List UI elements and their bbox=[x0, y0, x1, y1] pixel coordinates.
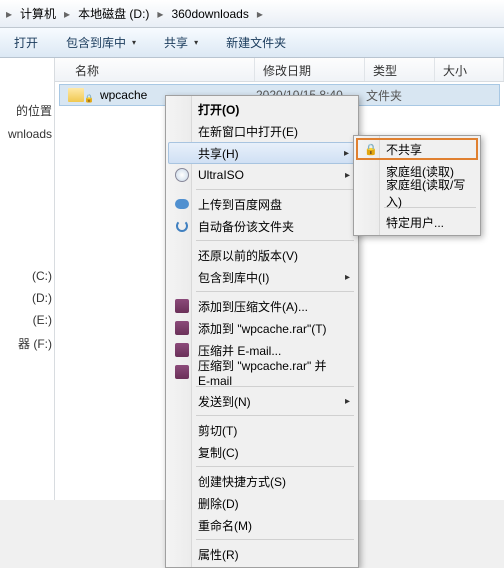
menu-delete[interactable]: 删除(D) bbox=[168, 492, 356, 514]
lock-icon: 🔒 bbox=[364, 143, 378, 156]
menu-compress-wpcache-email[interactable]: 压缩到 "wpcache.rar" 并 E-mail bbox=[168, 361, 356, 383]
menu-copy[interactable]: 复制(C) bbox=[168, 441, 356, 463]
menu-include-library[interactable]: 包含到库中(I)▸ bbox=[168, 266, 356, 288]
sidebar: 的位置 wnloads (C:) (D:) (E:) 器 (F:) bbox=[0, 58, 55, 500]
file-type: 文件夹 bbox=[366, 87, 436, 104]
menu-create-shortcut[interactable]: 创建快捷方式(S) bbox=[168, 470, 356, 492]
menu-separator bbox=[196, 466, 354, 467]
menu-ultraiso[interactable]: UltraISO▸ bbox=[168, 164, 356, 186]
breadcrumb-folder[interactable]: 360downloads bbox=[165, 3, 254, 25]
sidebar-downloads[interactable]: wnloads bbox=[0, 123, 54, 145]
new-folder-button[interactable]: 新建文件夹 bbox=[220, 32, 292, 53]
chevron-right-icon: ▸ bbox=[4, 7, 14, 21]
share-submenu: 🔒不共享 家庭组(读取) 家庭组(读取/写入) 特定用户... bbox=[353, 135, 481, 236]
submenu-no-share[interactable]: 🔒不共享 bbox=[356, 138, 478, 160]
toolbar: 打开 包含到库中 共享 新建文件夹 bbox=[0, 28, 504, 58]
submenu-specific-user[interactable]: 特定用户... bbox=[356, 211, 478, 233]
context-menu: 打开(O) 在新窗口中打开(E) 共享(H)▸ UltraISO▸ 上传到百度网… bbox=[165, 95, 359, 568]
menu-share[interactable]: 共享(H)▸ bbox=[168, 142, 356, 164]
disc-icon bbox=[175, 168, 189, 182]
submenu-homegroup-readwrite[interactable]: 家庭组(读取/写入) bbox=[356, 182, 478, 204]
menu-send-to[interactable]: 发送到(N)▸ bbox=[168, 390, 356, 412]
chevron-right-icon: ▸ bbox=[62, 7, 72, 21]
chevron-right-icon: ▸ bbox=[344, 148, 349, 159]
column-size[interactable]: 大小 bbox=[435, 58, 504, 81]
chevron-right-icon: ▸ bbox=[345, 396, 350, 407]
menu-separator bbox=[196, 291, 354, 292]
chevron-right-icon: ▸ bbox=[345, 272, 350, 283]
column-name[interactable]: 名称 bbox=[55, 58, 255, 81]
open-button[interactable]: 打开 bbox=[8, 32, 44, 53]
file-name: wpcache bbox=[100, 88, 147, 102]
include-library-button[interactable]: 包含到库中 bbox=[60, 32, 142, 53]
lock-icon: 🔒 bbox=[84, 94, 94, 103]
menu-separator bbox=[196, 189, 354, 190]
chevron-right-icon: ▸ bbox=[345, 170, 350, 181]
column-date[interactable]: 修改日期 bbox=[255, 58, 365, 81]
sidebar-drive-c[interactable]: (C:) bbox=[0, 265, 54, 287]
sidebar-drive-e[interactable]: (E:) bbox=[0, 309, 54, 331]
rar-icon bbox=[175, 365, 189, 379]
breadcrumb-drive-d[interactable]: 本地磁盘 (D:) bbox=[72, 3, 155, 25]
share-button[interactable]: 共享 bbox=[158, 32, 204, 53]
sync-icon bbox=[176, 220, 188, 232]
cloud-icon bbox=[175, 199, 189, 209]
menu-properties[interactable]: 属性(R) bbox=[168, 543, 356, 565]
breadcrumb-computer[interactable]: 计算机 bbox=[14, 3, 62, 25]
menu-open[interactable]: 打开(O) bbox=[168, 98, 356, 120]
menu-separator bbox=[196, 539, 354, 540]
menu-add-wpcache-rar[interactable]: 添加到 "wpcache.rar"(T) bbox=[168, 317, 356, 339]
menu-cut[interactable]: 剪切(T) bbox=[168, 419, 356, 441]
rar-icon bbox=[175, 343, 189, 357]
menu-restore[interactable]: 还原以前的版本(V) bbox=[168, 244, 356, 266]
sidebar-drive-d[interactable]: (D:) bbox=[0, 287, 54, 309]
sidebar-location[interactable]: 的位置 bbox=[0, 98, 54, 123]
chevron-right-icon: ▸ bbox=[155, 7, 165, 21]
menu-auto-backup[interactable]: 自动备份该文件夹 bbox=[168, 215, 356, 237]
chevron-right-icon: ▸ bbox=[255, 7, 265, 21]
breadcrumb[interactable]: ▸ 计算机 ▸ 本地磁盘 (D:) ▸ 360downloads ▸ bbox=[0, 0, 504, 28]
column-header: 名称 修改日期 类型 大小 bbox=[55, 58, 504, 82]
rar-icon bbox=[175, 321, 189, 335]
rar-icon bbox=[175, 299, 189, 313]
menu-add-archive[interactable]: 添加到压缩文件(A)... bbox=[168, 295, 356, 317]
folder-icon bbox=[68, 88, 84, 102]
sidebar-drive-f[interactable]: 器 (F:) bbox=[0, 331, 54, 356]
menu-upload-baidu[interactable]: 上传到百度网盘 bbox=[168, 193, 356, 215]
menu-open-new-window[interactable]: 在新窗口中打开(E) bbox=[168, 120, 356, 142]
menu-separator bbox=[196, 415, 354, 416]
menu-separator bbox=[196, 240, 354, 241]
menu-rename[interactable]: 重命名(M) bbox=[168, 514, 356, 536]
column-type[interactable]: 类型 bbox=[365, 58, 435, 81]
